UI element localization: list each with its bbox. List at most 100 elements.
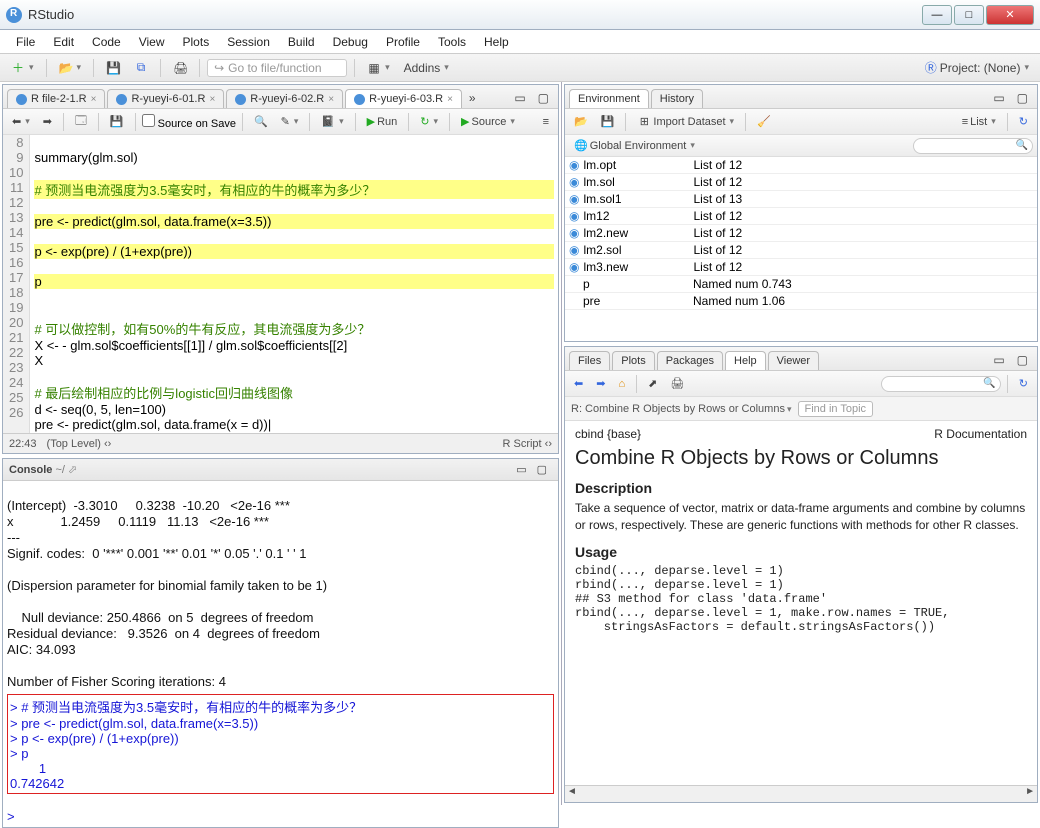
- help-tab-plots[interactable]: Plots: [612, 351, 654, 370]
- env-row[interactable]: ◉lm.optList of 12: [565, 157, 1037, 174]
- env-row[interactable]: preNamed num 1.06: [565, 293, 1037, 310]
- console-max-button[interactable]: ▢: [532, 460, 552, 479]
- print-button[interactable]: 🖨: [168, 58, 192, 78]
- editor-tab[interactable]: R file-2-1.R×: [7, 89, 105, 108]
- editor-max-button[interactable]: ▢: [533, 88, 554, 108]
- help-tab-files[interactable]: Files: [569, 351, 610, 370]
- save-ws-button[interactable]: 💾: [596, 112, 620, 131]
- editor-toolbar: ⬅ ➡ 🗔 💾 Source on Save 🔍 ✎ 📓 ▶Run ↻ ▶Sou…: [3, 109, 558, 135]
- close-button[interactable]: ✕: [986, 5, 1034, 25]
- more-tabs-button[interactable]: »: [464, 88, 481, 108]
- menu-session[interactable]: Session: [219, 32, 278, 52]
- menu-debug[interactable]: Debug: [325, 32, 376, 52]
- save-all-button[interactable]: ⧉: [129, 57, 153, 78]
- editor-tab[interactable]: R-yueyi-6-03.R×: [345, 89, 462, 108]
- help-print-button[interactable]: 🖨: [665, 374, 689, 393]
- load-ws-button[interactable]: 📂: [569, 112, 593, 131]
- wand-button[interactable]: ✎: [276, 112, 304, 131]
- menu-tools[interactable]: Tools: [430, 32, 474, 52]
- help-min-button[interactable]: ▭: [988, 350, 1009, 370]
- clear-ws-button[interactable]: 🧹: [752, 112, 776, 131]
- help-breadcrumb[interactable]: R: Combine R Objects by Rows or Columns: [571, 403, 792, 415]
- nav-back-button[interactable]: ⬅: [7, 112, 35, 131]
- console-prompt[interactable]: >: [7, 809, 18, 824]
- help-home-button[interactable]: ⌂: [613, 375, 630, 393]
- find-button[interactable]: 🔍: [249, 112, 273, 131]
- menu-file[interactable]: File: [8, 32, 43, 52]
- env-tab-history[interactable]: History: [651, 89, 703, 108]
- menu-code[interactable]: Code: [84, 32, 129, 52]
- env-search-input[interactable]: [913, 138, 1033, 154]
- help-topic-name: cbind {base}: [575, 427, 641, 441]
- new-file-button[interactable]: ＋: [6, 56, 39, 79]
- language-mode[interactable]: R Script ‹›: [502, 438, 552, 450]
- console-min-button[interactable]: ▭: [511, 460, 531, 479]
- compile-button[interactable]: 📓: [316, 112, 348, 131]
- env-max-button[interactable]: ▢: [1012, 88, 1033, 108]
- env-row[interactable]: ◉lm.solList of 12: [565, 174, 1037, 191]
- help-fwd-button[interactable]: ➡: [591, 374, 610, 393]
- env-row[interactable]: ◉lm12List of 12: [565, 208, 1037, 225]
- save-button[interactable]: 💾: [101, 58, 125, 78]
- menu-help[interactable]: Help: [476, 32, 517, 52]
- rstudio-logo-icon: [6, 7, 22, 23]
- env-row[interactable]: ◉lm3.newList of 12: [565, 259, 1037, 276]
- editor-tab[interactable]: R-yueyi-6-02.R×: [226, 89, 343, 108]
- menu-edit[interactable]: Edit: [45, 32, 82, 52]
- help-popout-button[interactable]: ⬈: [643, 374, 662, 393]
- console-highlighted: > # 预测当电流强度为3.5毫安时，有相应的牛的概率为多少？ > pre <-…: [10, 700, 362, 791]
- help-back-button[interactable]: ⬅: [569, 374, 588, 393]
- outline-button[interactable]: ≡: [538, 113, 554, 131]
- project-menu[interactable]: Ⓡ Project: (None): [919, 56, 1034, 79]
- minimize-button[interactable]: —: [922, 5, 952, 25]
- find-in-topic-input[interactable]: Find in Topic: [798, 401, 874, 417]
- help-tab-packages[interactable]: Packages: [657, 351, 723, 370]
- save-file-button[interactable]: 💾: [105, 112, 129, 131]
- window-title: RStudio: [28, 7, 920, 22]
- addins-button[interactable]: Addins: [399, 58, 454, 78]
- cursor-position: 22:43: [9, 438, 37, 450]
- help-tab-viewer[interactable]: Viewer: [768, 351, 819, 370]
- env-row[interactable]: ◉lm2.newList of 12: [565, 225, 1037, 242]
- env-row[interactable]: pNamed num 0.743: [565, 276, 1037, 293]
- env-scope[interactable]: 🌐 Global Environment: [569, 136, 700, 155]
- open-file-button[interactable]: 📂: [54, 58, 87, 78]
- grid-button[interactable]: ▦: [362, 58, 395, 78]
- env-row[interactable]: ◉lm.sol1List of 13: [565, 191, 1037, 208]
- menu-profile[interactable]: Profile: [378, 32, 428, 52]
- console-body: (Intercept) -3.3010 0.3238 -10.20 <2e-16…: [7, 498, 327, 689]
- run-button[interactable]: ▶Run: [362, 112, 403, 131]
- help-search-input[interactable]: [881, 376, 1001, 392]
- source-button[interactable]: ▶Source: [456, 112, 520, 131]
- menu-view[interactable]: View: [131, 32, 173, 52]
- title-bar: RStudio — □ ✕: [0, 0, 1040, 30]
- help-refresh-button[interactable]: ↻: [1014, 374, 1033, 393]
- help-content[interactable]: cbind {base} R Documentation Combine R O…: [565, 421, 1037, 785]
- env-tab-environment[interactable]: Environment: [569, 89, 649, 108]
- editor-min-button[interactable]: ▭: [509, 88, 530, 108]
- env-view-mode[interactable]: ≡ List: [957, 113, 1001, 131]
- menu-build[interactable]: Build: [280, 32, 323, 52]
- menu-plots[interactable]: Plots: [175, 32, 218, 52]
- nav-fwd-button[interactable]: ➡: [38, 112, 57, 131]
- code-line: summary(glm.sol): [34, 150, 137, 165]
- code-editor[interactable]: 891011121314151617181920212223242526 sum…: [3, 135, 558, 433]
- env-min-button[interactable]: ▭: [988, 88, 1009, 108]
- source-on-save-checkbox[interactable]: Source on Save: [142, 114, 236, 130]
- rerun-button[interactable]: ↻: [415, 112, 443, 131]
- show-in-new-button[interactable]: 🗔: [70, 109, 92, 134]
- editor-tab[interactable]: R-yueyi-6-01.R×: [107, 89, 224, 108]
- code-line: pre <- predict(glm.sol, data.frame(x = d…: [34, 417, 271, 432]
- goto-file-input[interactable]: ↪Go to file/function: [207, 59, 347, 77]
- help-hscrollbar[interactable]: [565, 785, 1037, 802]
- main-toolbar: ＋ 📂 💾 ⧉ 🖨 ↪Go to file/function ▦ Addins …: [0, 54, 1040, 82]
- import-dataset-button[interactable]: ⊞ Import Dataset: [632, 112, 739, 131]
- env-row[interactable]: ◉lm2.solList of 12: [565, 242, 1037, 259]
- env-refresh-button[interactable]: ↻: [1014, 112, 1033, 131]
- help-tabs: FilesPlotsPackagesHelpViewer ▭ ▢: [565, 347, 1037, 371]
- help-tab-help[interactable]: Help: [725, 351, 766, 370]
- console-output[interactable]: (Intercept) -3.3010 0.3238 -10.20 <2e-16…: [3, 481, 558, 827]
- maximize-button[interactable]: □: [954, 5, 984, 25]
- help-usage: cbind(..., deparse.level = 1) rbind(...,…: [575, 564, 1027, 634]
- help-max-button[interactable]: ▢: [1012, 350, 1033, 370]
